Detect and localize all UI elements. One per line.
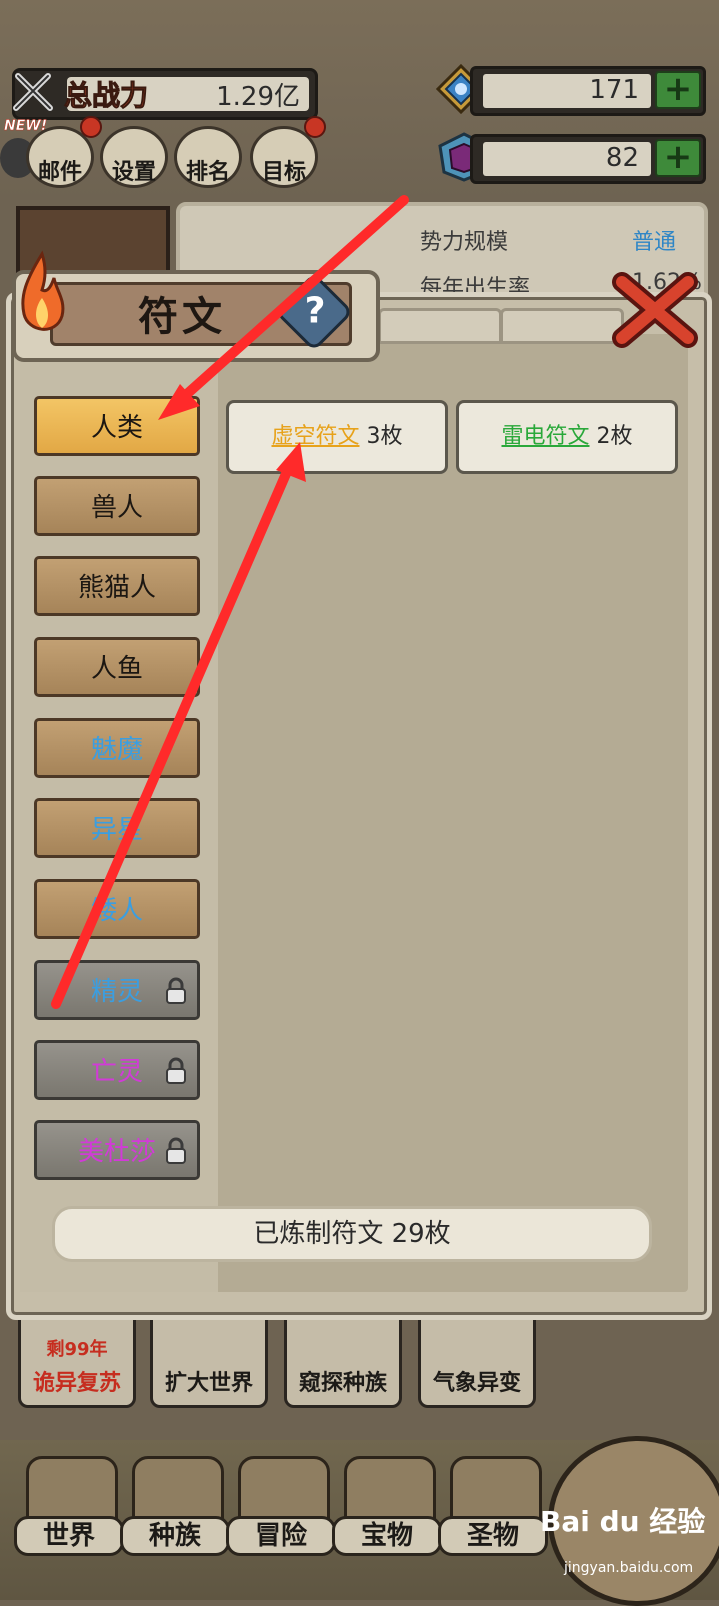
race-label: 熊猫人 — [77, 573, 156, 603]
gem-count: 82 — [605, 143, 639, 173]
nav-relic-label: 圣物 — [438, 1516, 548, 1556]
lock-icon — [166, 977, 186, 1004]
weird-revival-label: 诡异复苏 — [32, 1371, 121, 1396]
race-tab-medusa[interactable]: 美杜莎 — [34, 1120, 200, 1180]
mail-label: 邮件 — [37, 160, 82, 185]
nav-adventure[interactable]: 冒险 — [226, 1450, 336, 1580]
ranking-label: 排名 — [185, 160, 230, 185]
weather-change-label: 气象异变 — [432, 1371, 521, 1396]
nav-adventure-label: 冒险 — [226, 1516, 336, 1556]
race-tab-pandaren[interactable]: 熊猫人 — [34, 556, 200, 616]
void-rune-count: 3枚 — [359, 424, 403, 449]
goals-notification-dot — [304, 116, 326, 138]
goals-button[interactable]: 目标 — [250, 126, 318, 188]
nav-world[interactable]: 世界 — [14, 1450, 124, 1580]
race-label: 兽人 — [90, 493, 143, 523]
lock-icon — [166, 1057, 186, 1084]
race-label: 美杜莎 — [77, 1137, 156, 1167]
void-rune-name[interactable]: 虚空符文 — [271, 424, 359, 449]
goals-label: 目标 — [261, 160, 306, 185]
add-crystal-button[interactable]: + — [655, 71, 701, 109]
lock-icon — [166, 1137, 186, 1164]
race-label: 异星 — [90, 815, 143, 845]
settings-button[interactable]: 设置 — [100, 126, 168, 188]
nav-treasure[interactable]: 宝物 — [332, 1450, 442, 1580]
race-tab-alien[interactable]: 异星 — [34, 798, 200, 858]
spy-race-button[interactable]: 窥探种族 — [284, 1310, 402, 1408]
dialog-tab-decoration-2 — [500, 308, 624, 344]
total-power-value: 1.29亿 — [216, 82, 300, 112]
ranking-button[interactable]: 排名 — [174, 126, 242, 188]
race-tab-merfolk[interactable]: 人鱼 — [34, 637, 200, 697]
crystal-resource-bar: 171 + — [470, 66, 706, 116]
weather-change-button[interactable]: 气象异变 — [418, 1310, 536, 1408]
race-tab-elf[interactable]: 精灵 — [34, 960, 200, 1020]
thunder-rune-count: 2枚 — [589, 424, 633, 449]
nav-relic[interactable]: 圣物 — [438, 1450, 548, 1580]
help-icon: ? — [304, 290, 326, 332]
dialog-title: 符文 — [138, 294, 226, 340]
thunder-rune-name[interactable]: 雷电符文 — [501, 424, 589, 449]
gem-resource-bar: 82 + — [470, 134, 706, 184]
nav-treasure-label: 宝物 — [332, 1516, 442, 1556]
race-label: 矮人 — [90, 896, 143, 926]
dialog-tab-decoration — [378, 308, 502, 344]
crystal-count: 171 — [589, 75, 639, 105]
add-gem-button[interactable]: + — [655, 139, 701, 177]
race-tab-human[interactable]: 人类 — [34, 396, 200, 456]
settings-label: 设置 — [111, 160, 156, 185]
spy-race-label: 窥探种族 — [298, 1371, 387, 1396]
mail-button[interactable]: 邮件 — [26, 126, 94, 188]
crossed-swords-icon — [13, 73, 53, 111]
race-label: 人类 — [90, 413, 143, 443]
revival-countdown: 剩99年 — [46, 1339, 108, 1360]
expand-world-button[interactable]: 扩大世界 — [150, 1310, 268, 1408]
baidu-watermark-url: jingyan.baidu.com — [564, 1560, 694, 1576]
race-label: 亡灵 — [90, 1057, 143, 1087]
total-power-label: 总战力 — [63, 79, 149, 113]
nav-race[interactable]: 种族 — [120, 1450, 230, 1580]
weird-revival-button[interactable]: 剩99年 诡异复苏 — [18, 1310, 136, 1408]
faction-scale-value: 普通 — [632, 230, 677, 255]
baidu-watermark: Bai du 经验 — [540, 1505, 706, 1538]
flame-icon — [21, 250, 65, 331]
refined-runes-status: 已炼制符文 29枚 — [52, 1206, 652, 1262]
nav-world-label: 世界 — [14, 1516, 124, 1556]
race-tab-dwarf[interactable]: 矮人 — [34, 879, 200, 939]
void-rune-card[interactable]: 虚空符文 3枚 — [226, 400, 448, 474]
race-label: 人鱼 — [90, 654, 143, 684]
mail-notification-dot — [80, 116, 102, 138]
race-tab-undead[interactable]: 亡灵 — [34, 1040, 200, 1100]
race-label: 精灵 — [90, 977, 143, 1007]
race-label: 魅魔 — [90, 735, 143, 765]
nav-race-label: 种族 — [120, 1516, 230, 1556]
faction-scale-label: 势力规模 — [420, 230, 509, 255]
race-tab-succubus[interactable]: 魅魔 — [34, 718, 200, 778]
expand-world-label: 扩大世界 — [164, 1371, 253, 1396]
close-icon[interactable] — [610, 270, 700, 350]
race-tab-orc[interactable]: 兽人 — [34, 476, 200, 536]
thunder-rune-card[interactable]: 雷电符文 2枚 — [456, 400, 678, 474]
